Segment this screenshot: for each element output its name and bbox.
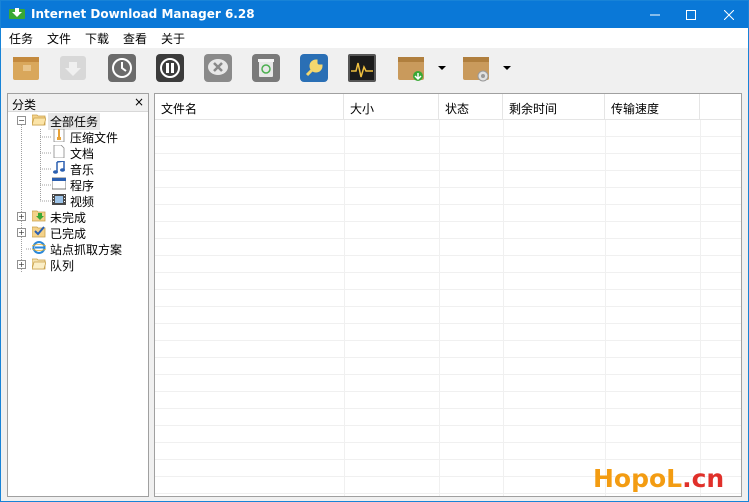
grabber-icon <box>32 241 46 254</box>
close-button[interactable] <box>711 1 747 28</box>
grid-column-line <box>503 120 504 496</box>
delete-completed-icon[interactable] <box>251 53 281 83</box>
column-filename-label: 文件名 <box>161 102 198 116</box>
stop-queue-icon[interactable] <box>461 53 491 83</box>
column-speed[interactable]: 传输速度 <box>605 94 700 120</box>
column-time-left-label: 剩余时间 <box>509 102 558 116</box>
start-queue-dropdown-icon[interactable] <box>438 66 446 70</box>
empty-row <box>155 324 741 341</box>
minimize-icon <box>650 14 660 15</box>
stop-icon[interactable] <box>155 53 185 83</box>
maximize-button[interactable] <box>673 1 709 28</box>
tree-item-music[interactable]: 音乐 <box>8 160 148 177</box>
tree-item-queues[interactable]: + 队列 <box>8 256 148 273</box>
scheduler-icon[interactable] <box>107 53 137 83</box>
collapse-icon[interactable]: − <box>17 116 26 125</box>
tree-item-finished[interactable]: + 已完成 <box>8 224 148 241</box>
tree-item-all[interactable]: − 全部任务 <box>8 112 148 130</box>
tree-label-queues: 队列 <box>50 259 75 273</box>
empty-row <box>155 205 741 222</box>
unfinished-icon <box>32 210 46 222</box>
grid-column-line <box>700 120 701 496</box>
menu-file[interactable]: 文件 <box>47 30 71 47</box>
queue-icon <box>32 258 46 270</box>
menu-about[interactable]: 关于 <box>161 30 185 47</box>
new-task-icon[interactable] <box>11 53 41 83</box>
empty-row <box>155 137 741 154</box>
column-size[interactable]: 大小 <box>344 94 439 120</box>
column-status[interactable]: 状态 <box>439 94 503 120</box>
menu-bar: 任务 文件 下载 查看 关于 <box>1 28 748 48</box>
program-icon <box>52 177 66 190</box>
empty-row <box>155 290 741 307</box>
sidebar-header: 分类 × <box>8 94 148 112</box>
menu-download[interactable]: 下载 <box>85 30 109 47</box>
category-sidebar: 分类 × − 全部任务 压缩文件 文档 音乐 程序 视频 + 未完成 + 已完成… <box>7 93 149 497</box>
empty-row <box>155 375 741 392</box>
empty-row <box>155 256 741 273</box>
tree-item-grabber[interactable]: 站点抓取方案 <box>8 240 148 257</box>
options-icon[interactable] <box>299 53 329 83</box>
empty-row <box>155 443 741 460</box>
tree-item-video[interactable]: 视频 <box>8 192 148 209</box>
empty-row <box>155 239 741 256</box>
grid-column-line <box>605 120 606 496</box>
idm-logo-icon <box>9 8 25 19</box>
resume-icon[interactable] <box>58 53 88 83</box>
tree-item-documents[interactable]: 文档 <box>8 144 148 161</box>
column-size-label: 大小 <box>350 102 375 116</box>
idm-window: Internet Download Manager 6.28 任务 文件 下载 … <box>0 0 749 502</box>
column-filename[interactable]: 文件名 <box>155 94 344 120</box>
zip-icon <box>53 129 65 142</box>
column-time-left[interactable]: 剩余时间 <box>503 94 605 120</box>
music-icon <box>53 161 65 174</box>
tree-item-programs[interactable]: 程序 <box>8 176 148 193</box>
close-icon <box>724 9 734 20</box>
folder-open-icon <box>32 114 46 126</box>
title-bar[interactable]: Internet Download Manager 6.28 <box>1 1 748 28</box>
empty-row <box>155 392 741 409</box>
delete-icon[interactable] <box>203 53 233 83</box>
minimize-button[interactable] <box>637 1 673 28</box>
empty-row <box>155 154 741 171</box>
download-list: 文件名 大小 状态 剩余时间 传输速度 <box>154 93 742 497</box>
list-header: 文件名 大小 状态 剩余时间 传输速度 <box>155 94 741 120</box>
watermark-brand: HopoL <box>593 464 683 493</box>
video-icon <box>52 194 66 205</box>
empty-row <box>155 171 741 188</box>
start-queue-icon[interactable] <box>396 53 426 83</box>
empty-row <box>155 273 741 290</box>
tree-item-unfinished[interactable]: + 未完成 <box>8 208 148 225</box>
empty-row <box>155 222 741 239</box>
sidebar-close-button[interactable]: × <box>134 95 144 109</box>
document-icon <box>53 145 65 158</box>
empty-row <box>155 358 741 375</box>
column-status-label: 状态 <box>445 102 470 116</box>
empty-row <box>155 341 741 358</box>
watermark-domain: .cn <box>682 464 725 493</box>
window-title: Internet Download Manager 6.28 <box>31 7 255 21</box>
toolbar <box>1 48 748 92</box>
sidebar-title: 分类 <box>12 98 37 112</box>
empty-row <box>155 409 741 426</box>
menu-view[interactable]: 查看 <box>123 30 147 47</box>
empty-row <box>155 188 741 205</box>
finished-icon <box>32 226 46 238</box>
stop-queue-dropdown-icon[interactable] <box>503 66 511 70</box>
column-speed-label: 传输速度 <box>611 102 660 116</box>
expand-icon[interactable]: + <box>17 260 26 269</box>
empty-row <box>155 426 741 443</box>
watermark: HopoL.cn <box>593 464 724 493</box>
menu-task[interactable]: 任务 <box>9 30 33 47</box>
grid-column-line <box>344 120 345 496</box>
tree-item-compressed[interactable]: 压缩文件 <box>8 128 148 145</box>
grid-column-line <box>439 120 440 496</box>
empty-row <box>155 120 741 137</box>
empty-row <box>155 307 741 324</box>
speed-limiter-icon[interactable] <box>347 53 377 83</box>
expand-icon[interactable]: + <box>17 212 26 221</box>
expand-icon[interactable]: + <box>17 228 26 237</box>
maximize-icon <box>686 9 696 20</box>
